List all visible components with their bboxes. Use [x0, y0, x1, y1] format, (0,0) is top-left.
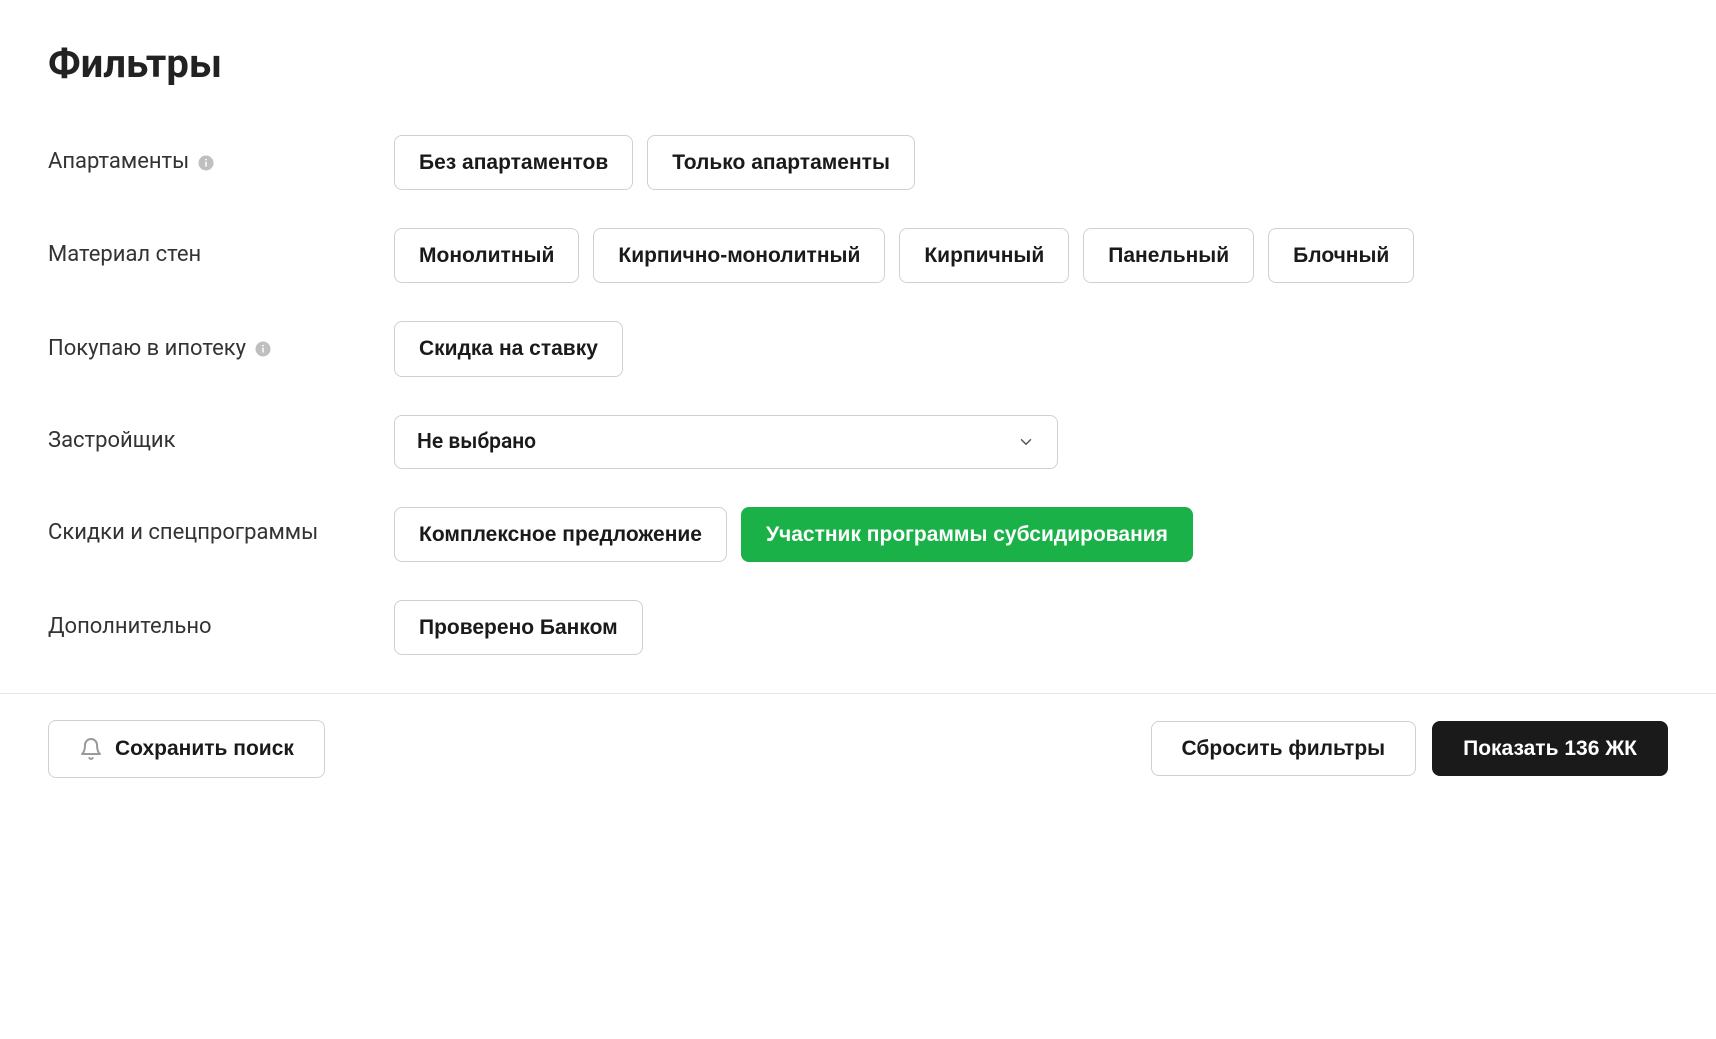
row-apartments: Апартаменты Без апартаментов Только апар…	[48, 135, 1668, 190]
label-text: Апартаменты	[48, 148, 189, 177]
option-subsidy-program[interactable]: Участник программы субсидирования	[741, 507, 1193, 562]
filters-panel: Фильтры Апартаменты Без апартаментов Тол…	[0, 0, 1716, 655]
label-extra: Дополнительно	[48, 613, 394, 642]
options-mortgage: Скидка на ставку	[394, 321, 623, 376]
label-text: Дополнительно	[48, 613, 212, 642]
option-monolithic[interactable]: Монолитный	[394, 228, 579, 283]
option-only-apartments[interactable]: Только апартаменты	[647, 135, 915, 190]
options-wall-material: Монолитный Кирпично-монолитный Кирпичный…	[394, 228, 1414, 283]
options-discounts: Комплексное предложение Участник програм…	[394, 507, 1193, 562]
row-mortgage: Покупаю в ипотеку Скидка на ставку	[48, 321, 1668, 376]
option-brick[interactable]: Кирпичный	[899, 228, 1069, 283]
row-developer: Застройщик Не выбрано	[48, 415, 1668, 469]
option-no-apartments[interactable]: Без апартаментов	[394, 135, 633, 190]
page-title: Фильтры	[48, 40, 1668, 87]
options-apartments: Без апартаментов Только апартаменты	[394, 135, 915, 190]
option-block[interactable]: Блочный	[1268, 228, 1414, 283]
label-wall-material: Материал стен	[48, 241, 394, 270]
show-results-button[interactable]: Показать 136 ЖК	[1432, 721, 1668, 776]
row-discounts: Скидки и спецпрограммы Комплексное предл…	[48, 507, 1668, 562]
info-icon[interactable]	[197, 154, 215, 172]
reset-filters-button[interactable]: Сбросить фильтры	[1151, 721, 1417, 776]
label-mortgage: Покупаю в ипотеку	[48, 335, 394, 364]
info-icon[interactable]	[254, 340, 272, 358]
label-text: Покупаю в ипотеку	[48, 335, 246, 364]
save-search-button[interactable]: Сохранить поиск	[48, 720, 325, 778]
chevron-down-icon	[1017, 433, 1035, 451]
option-rate-discount[interactable]: Скидка на ставку	[394, 321, 623, 376]
option-complex-offer[interactable]: Комплексное предложение	[394, 507, 727, 562]
divider	[0, 693, 1716, 694]
footer-right: Сбросить фильтры Показать 136 ЖК	[1151, 721, 1669, 776]
bell-save-icon	[79, 737, 103, 761]
row-extra: Дополнительно Проверено Банком	[48, 600, 1668, 655]
label-discounts: Скидки и спецпрограммы	[48, 507, 394, 548]
label-text: Материал стен	[48, 241, 201, 270]
label-developer: Застройщик	[48, 427, 394, 456]
option-bank-verified[interactable]: Проверено Банком	[394, 600, 643, 655]
option-brick-monolithic[interactable]: Кирпично-монолитный	[593, 228, 885, 283]
developer-select-value: Не выбрано	[417, 430, 536, 454]
label-text: Скидки и спецпрограммы	[48, 519, 318, 548]
save-search-label: Сохранить поиск	[115, 738, 294, 759]
option-panel[interactable]: Панельный	[1083, 228, 1254, 283]
options-extra: Проверено Банком	[394, 600, 643, 655]
row-wall-material: Материал стен Монолитный Кирпично-моноли…	[48, 228, 1668, 283]
label-apartments: Апартаменты	[48, 148, 394, 177]
developer-select[interactable]: Не выбрано	[394, 415, 1058, 469]
label-text: Застройщик	[48, 427, 176, 456]
footer: Сохранить поиск Сбросить фильтры Показат…	[0, 720, 1716, 818]
